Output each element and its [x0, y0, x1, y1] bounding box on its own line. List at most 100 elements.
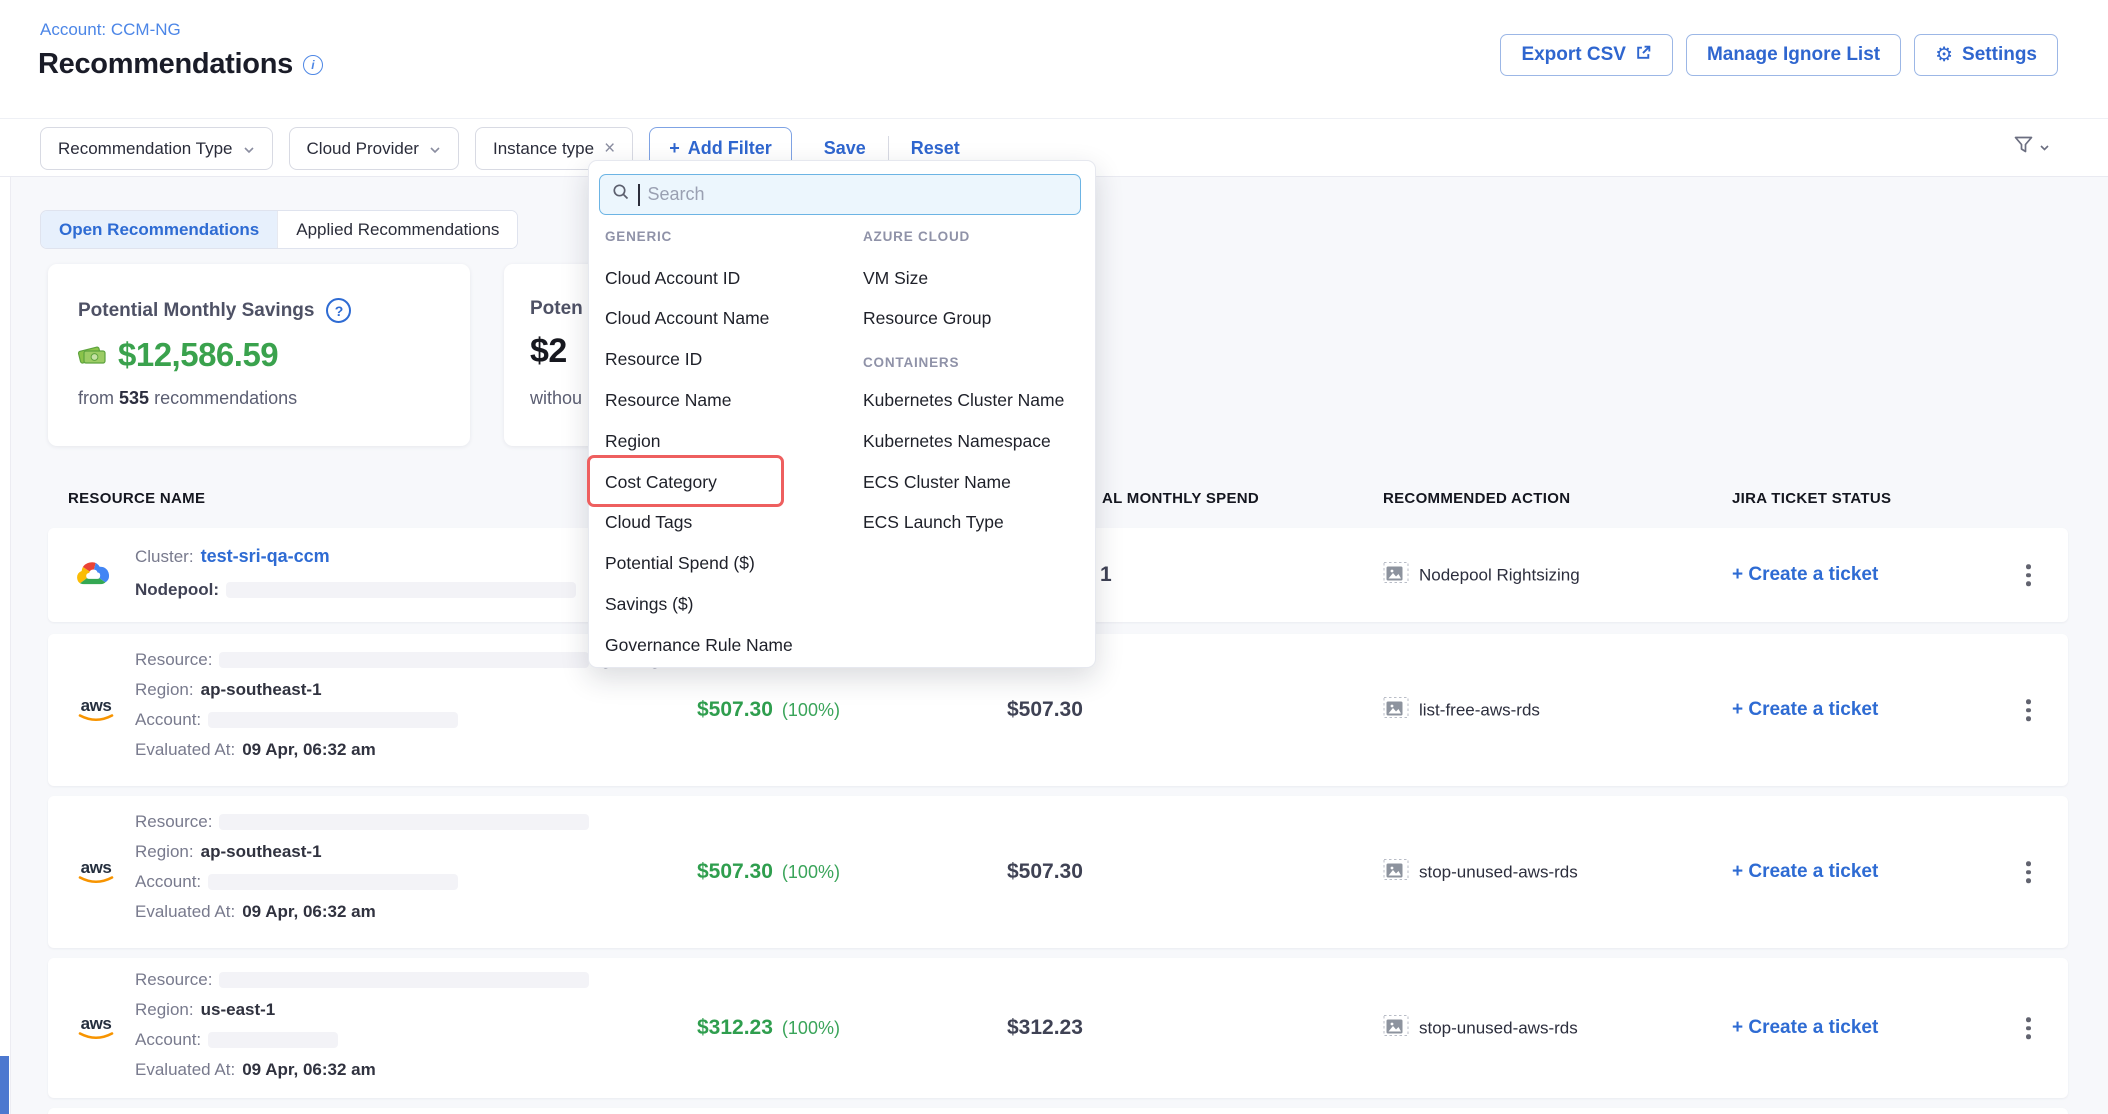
- filter-option-cloud-account-id[interactable]: Cloud Account ID: [605, 258, 740, 298]
- money-icon: [76, 340, 108, 371]
- chevron-down-icon: [429, 139, 441, 159]
- account-label: Account:: [135, 710, 201, 730]
- broken-image-icon: [1383, 562, 1409, 589]
- savings-value: $507.30: [697, 860, 773, 884]
- tab-applied-recommendations[interactable]: Applied Recommendations: [277, 211, 517, 248]
- gcp-icon: [74, 557, 112, 593]
- resource-label: Resource:: [135, 970, 212, 990]
- settings-label: Settings: [1962, 44, 2037, 66]
- filter-chip-cloud-provider[interactable]: Cloud Provider: [289, 127, 459, 170]
- monthly-savings-cell: $507.30 (100%): [697, 698, 840, 722]
- spend-card-title: Poten: [530, 298, 583, 320]
- savings-value: $507.30: [697, 698, 773, 722]
- recommended-action-text: list-free-aws-rds: [1419, 700, 1540, 720]
- filter-option-kubernetes-cluster-name[interactable]: Kubernetes Cluster Name: [863, 380, 1064, 420]
- recommended-action-cell: Nodepool Rightsizing: [1383, 562, 1580, 589]
- manage-ignore-list-button[interactable]: Manage Ignore List: [1686, 34, 1901, 76]
- column-header-resource-name[interactable]: RESOURCE NAME: [68, 490, 205, 507]
- filter-option-cloud-account-name[interactable]: Cloud Account Name: [605, 299, 769, 339]
- header-actions: Export CSV Manage Ignore List ⚙ Settings: [1500, 34, 2058, 76]
- resource-label: Resource:: [135, 650, 212, 670]
- recommendations-tabs: Open Recommendations Applied Recommendat…: [40, 210, 518, 249]
- create-ticket-link[interactable]: + Create a ticket: [1732, 564, 1878, 586]
- text-cursor: [638, 184, 640, 206]
- search-input[interactable]: [648, 184, 1048, 205]
- row-menu-button[interactable]: [2020, 855, 2037, 889]
- redacted-value: [219, 652, 589, 668]
- savings-card-title: Potential Monthly Savings: [78, 300, 314, 322]
- manage-ignore-list-label: Manage Ignore List: [1707, 44, 1880, 66]
- total-monthly-spend-value: $507.30: [1007, 698, 1083, 722]
- filter-option-region[interactable]: Region: [605, 421, 660, 461]
- savings-percent: (100%): [782, 1018, 840, 1039]
- column-header-jira-ticket-status[interactable]: JIRA TICKET STATUS: [1732, 490, 1891, 507]
- total-monthly-spend-value: $312.23: [1007, 1016, 1083, 1040]
- column-header-total-monthly-spend[interactable]: AL MONTHLY SPEND: [1102, 490, 1259, 507]
- redacted-value: [208, 712, 458, 728]
- settings-button[interactable]: ⚙ Settings: [1914, 34, 2058, 76]
- search-icon: [612, 183, 630, 206]
- section-header-generic: GENERIC: [605, 221, 672, 251]
- save-filter-link[interactable]: Save: [824, 138, 866, 159]
- create-ticket-link[interactable]: + Create a ticket: [1732, 699, 1878, 721]
- savings-percent: (100%): [782, 700, 840, 721]
- chip-label: Instance type: [493, 139, 594, 159]
- filter-option-ecs-launch-type[interactable]: ECS Launch Type: [863, 503, 1004, 543]
- filter-option-governance-rule-name[interactable]: Governance Rule Name: [605, 625, 793, 665]
- chevron-down-icon: [2039, 139, 2050, 157]
- help-icon[interactable]: ?: [326, 298, 351, 323]
- region-value: us-east-1: [201, 1000, 276, 1020]
- reset-filter-link[interactable]: Reset: [911, 138, 960, 159]
- evaluated-at-label: Evaluated At:: [135, 1060, 235, 1080]
- filter-option-resource-id[interactable]: Resource ID: [605, 340, 702, 380]
- chip-label: Recommendation Type: [58, 139, 233, 159]
- table-row[interactable]: aws Resource: Region: ap-southeast-1 Acc…: [48, 796, 2068, 948]
- filter-option-cost-category[interactable]: Cost Category: [605, 462, 717, 502]
- chevron-down-icon: [243, 139, 255, 159]
- dropdown-search[interactable]: [599, 174, 1081, 215]
- tab-open-recommendations[interactable]: Open Recommendations: [41, 211, 277, 248]
- filter-option-potential-spend[interactable]: Potential Spend ($): [605, 544, 755, 584]
- external-link-icon: [1635, 44, 1652, 67]
- spend-amount: $2: [530, 332, 567, 371]
- aws-icon: aws: [74, 697, 118, 723]
- redacted-value: [208, 1032, 338, 1048]
- row-menu-button[interactable]: [2020, 558, 2037, 592]
- filter-option-cloud-tags[interactable]: Cloud Tags: [605, 503, 692, 543]
- filter-option-vm-size[interactable]: VM Size: [863, 258, 928, 298]
- region-label: Region:: [135, 842, 194, 862]
- filter-option-ecs-cluster-name[interactable]: ECS Cluster Name: [863, 462, 1011, 502]
- cluster-link[interactable]: test-sri-qa-ccm: [201, 546, 330, 567]
- filter-option-resource-group[interactable]: Resource Group: [863, 299, 991, 339]
- create-ticket-link[interactable]: + Create a ticket: [1732, 1017, 1878, 1039]
- spend-subtitle: withou: [530, 388, 582, 409]
- table-row[interactable]: aws Resource: Region: us-east-1 Account:…: [48, 958, 2068, 1098]
- add-filter-dropdown: GENERIC Cloud Account ID Cloud Account N…: [588, 160, 1096, 668]
- savings-subtitle-suffix: recommendations: [154, 388, 297, 408]
- recommendations-page: Account: CCM-NG Recommendations i Export…: [0, 0, 2108, 1114]
- sidebar-edge: [0, 1056, 9, 1114]
- filter-option-kubernetes-namespace[interactable]: Kubernetes Namespace: [863, 421, 1051, 461]
- divider: [888, 136, 889, 162]
- evaluated-at-label: Evaluated At:: [135, 740, 235, 760]
- create-ticket-link[interactable]: + Create a ticket: [1732, 861, 1878, 883]
- row-menu-button[interactable]: [2020, 693, 2037, 727]
- filter-chip-recommendation-type[interactable]: Recommendation Type: [40, 127, 273, 170]
- account-label: Account:: [135, 1030, 201, 1050]
- breadcrumb[interactable]: Account: CCM-NG: [40, 20, 181, 40]
- potential-monthly-savings-card: Potential Monthly Savings ? $12,586.59 f…: [48, 264, 470, 446]
- close-icon[interactable]: ×: [604, 138, 615, 160]
- column-header-recommended-action[interactable]: RECOMMENDED ACTION: [1383, 490, 1570, 507]
- funnel-icon: [2013, 135, 2035, 160]
- filter-panel-toggle[interactable]: [2013, 135, 2050, 160]
- recommended-action-cell: stop-unused-aws-rds: [1383, 1015, 1578, 1042]
- export-csv-button[interactable]: Export CSV: [1500, 34, 1673, 76]
- row-menu-button[interactable]: [2020, 1011, 2037, 1045]
- recommended-action-text: Nodepool Rightsizing: [1419, 565, 1580, 585]
- info-icon[interactable]: i: [303, 55, 323, 75]
- filter-option-resource-name[interactable]: Resource Name: [605, 380, 731, 420]
- filter-option-savings[interactable]: Savings ($): [605, 584, 694, 624]
- broken-image-icon: [1383, 859, 1409, 886]
- broken-image-icon: [1383, 697, 1409, 724]
- plus-icon: +: [669, 138, 680, 159]
